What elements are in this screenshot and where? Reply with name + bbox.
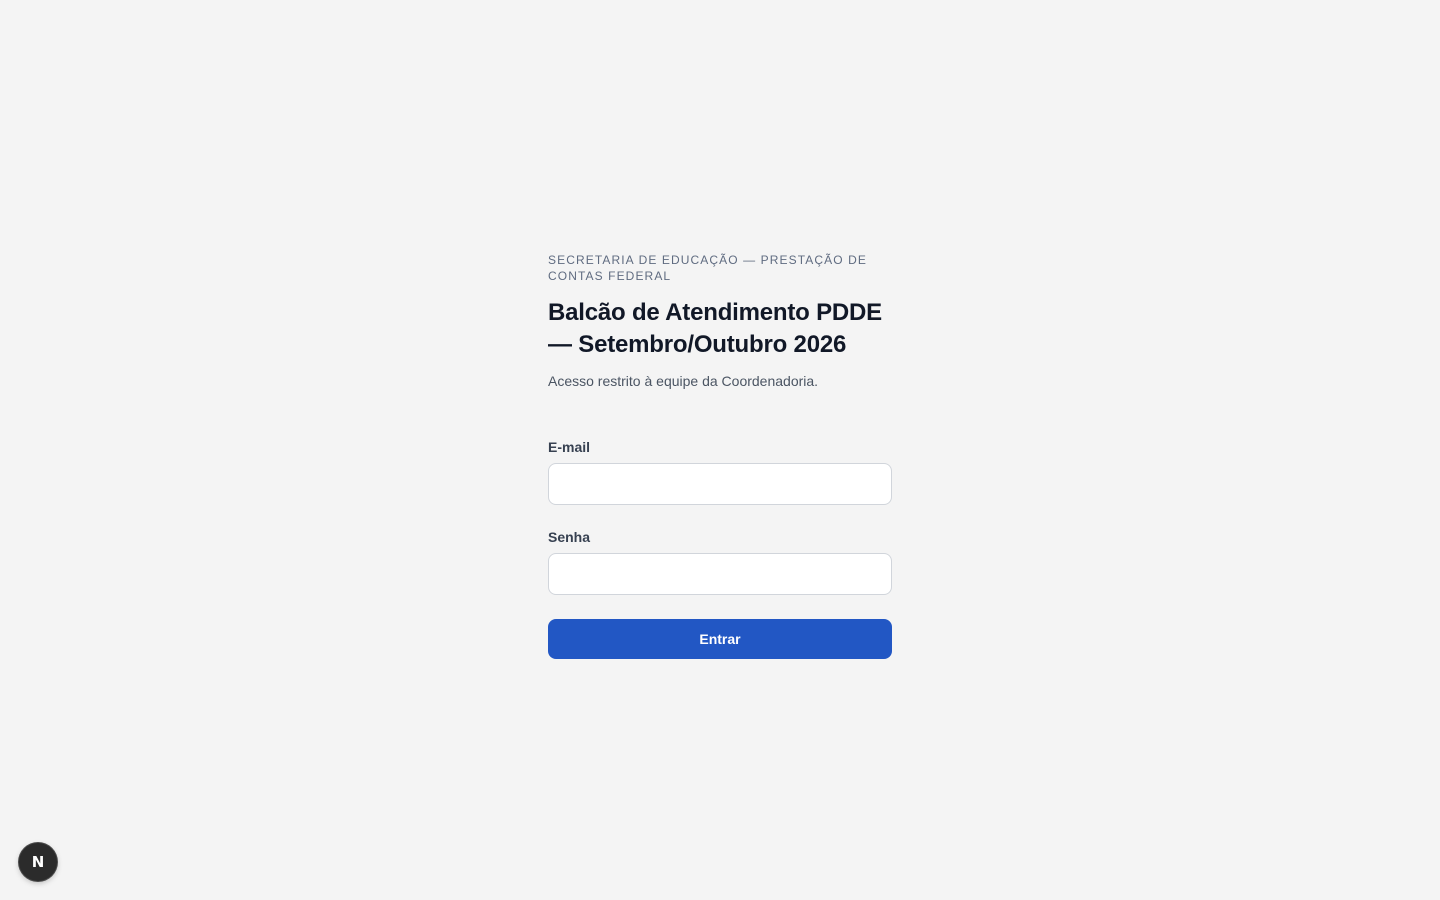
email-label: E-mail <box>548 439 591 455</box>
password-label: Senha <box>548 529 591 545</box>
login-card: SECRETARIA DE EDUCAÇÃO — PRESTAÇÃO DE CO… <box>548 252 892 659</box>
nextjs-logo-icon[interactable]: N <box>19 843 57 881</box>
page-title: Balcão de Atendimento PDDE — Setembro/Ou… <box>548 299 882 358</box>
dev-badge-letter: N <box>31 853 45 871</box>
password-field[interactable] <box>548 553 892 595</box>
password-field-group: Senha <box>548 527 892 595</box>
page-subtitle: Acesso restrito à equipe da Coordenadori… <box>548 373 819 389</box>
login-form: E-mail Senha Entrar <box>548 437 892 659</box>
submit-button[interactable]: Entrar <box>548 619 892 659</box>
eyebrow-text: SECRETARIA DE EDUCAÇÃO — PRESTAÇÃO DE CO… <box>548 253 867 283</box>
email-field[interactable] <box>548 463 892 505</box>
email-field-group: E-mail <box>548 437 892 505</box>
login-page: SECRETARIA DE EDUCAÇÃO — PRESTAÇÃO DE CO… <box>0 0 1440 900</box>
